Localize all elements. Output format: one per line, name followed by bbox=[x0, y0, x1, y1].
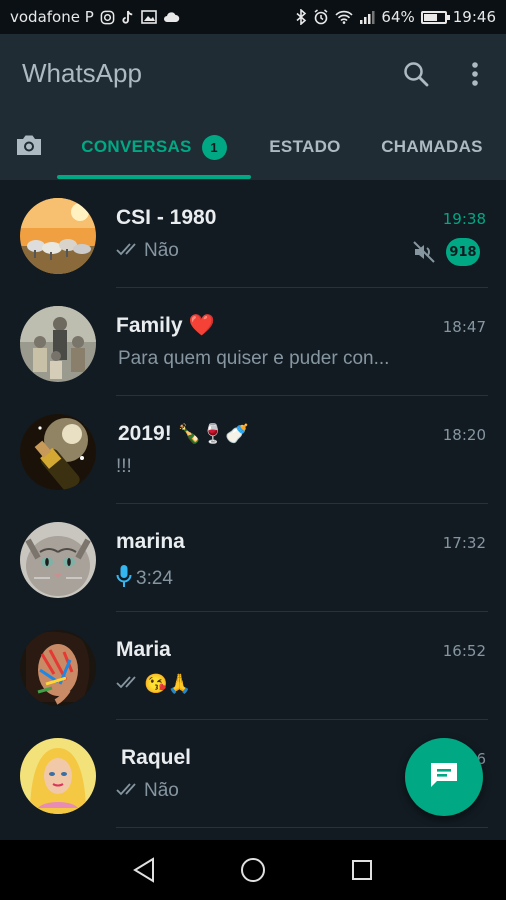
status-left: vodafone P bbox=[10, 8, 180, 26]
tab-chamadas[interactable]: CHAMADAS bbox=[364, 114, 500, 180]
chat-preview-text: Não bbox=[144, 780, 179, 801]
chat-name: Maria bbox=[116, 638, 171, 662]
tab-conversas[interactable]: CONVERSAS 1 bbox=[57, 114, 251, 180]
avatar[interactable] bbox=[20, 630, 96, 706]
avatar[interactable] bbox=[20, 306, 96, 382]
bluetooth-icon bbox=[296, 9, 307, 25]
chat-name: 2019! 🍾🍷🍼 bbox=[118, 422, 249, 446]
chat-row-family[interactable]: Family ❤️ 18:47 Para quem quiser e puder… bbox=[0, 288, 506, 396]
double-check-icon bbox=[116, 240, 140, 262]
tab-estado[interactable]: ESTADO bbox=[251, 114, 359, 180]
chat-preview-text: !!! bbox=[116, 456, 132, 477]
divider bbox=[116, 827, 488, 828]
more-vertical-icon[interactable] bbox=[457, 56, 493, 92]
chat-name-text: CSI - 1980 bbox=[116, 206, 217, 229]
tab-estado-label: ESTADO bbox=[269, 137, 341, 156]
chat-row-marina[interactable]: marina 17:32 3:24 bbox=[0, 504, 506, 612]
tab-conversas-badge: 1 bbox=[201, 134, 227, 160]
chat-preview: 3:24 bbox=[116, 564, 173, 594]
gallery-icon bbox=[140, 10, 157, 24]
status-right: 64% 19:46 bbox=[296, 8, 496, 26]
tab-chamadas-label: CHAMADAS bbox=[381, 137, 483, 156]
chat-time: 18:20 bbox=[442, 426, 486, 444]
search-icon[interactable] bbox=[398, 56, 434, 92]
double-check-icon bbox=[116, 673, 140, 695]
microphone-icon bbox=[116, 564, 132, 594]
chat-preview: 😘🙏 bbox=[116, 672, 191, 696]
camera-tab[interactable] bbox=[0, 114, 57, 180]
chat-name-text: marina bbox=[116, 530, 185, 553]
chat-name: marina bbox=[116, 530, 185, 554]
chat-time: 16:52 bbox=[442, 642, 486, 660]
chat-preview-text: 😘🙏 bbox=[144, 674, 192, 695]
chat-name: Raquel bbox=[121, 746, 191, 770]
alarm-icon bbox=[313, 9, 329, 25]
chat-preview-text: 3:24 bbox=[136, 568, 173, 589]
avatar[interactable] bbox=[20, 522, 96, 598]
chat-name: CSI - 1980 bbox=[116, 206, 216, 230]
chat-row-maria[interactable]: Maria 16:52 😘🙏 bbox=[0, 612, 506, 720]
chat-time: 17:32 bbox=[442, 534, 486, 552]
tab-bar: CONVERSAS 1 ESTADO CHAMADAS bbox=[0, 114, 506, 180]
tiktok-icon bbox=[121, 10, 135, 25]
signal-icon bbox=[359, 10, 375, 24]
app-title: WhatsApp bbox=[22, 58, 142, 88]
instagram-icon bbox=[100, 10, 115, 25]
unread-count-badge: 918 bbox=[446, 238, 480, 266]
chat-row-2019[interactable]: 2019! 🍾🍷🍼 18:20 !!! bbox=[0, 396, 506, 504]
chat-name-text: Raquel bbox=[121, 746, 192, 769]
battery-icon bbox=[420, 10, 450, 24]
avatar[interactable] bbox=[20, 198, 96, 274]
name-emojis: 🍾🍷🍼 bbox=[177, 424, 249, 445]
muted-speaker-icon bbox=[412, 240, 436, 264]
new-chat-icon bbox=[428, 761, 460, 793]
carrier-label: vodafone P bbox=[10, 8, 94, 26]
status-bar: vodafone P 64% 19:46 bbox=[0, 0, 506, 34]
chat-time: 18:47 bbox=[442, 318, 486, 336]
chat-preview: Não bbox=[116, 780, 179, 802]
heart-emoji: ❤️ bbox=[188, 314, 215, 337]
chat-name-text: 2019! bbox=[118, 422, 172, 445]
chat-preview: Não bbox=[116, 240, 179, 262]
chat-preview: Para quem quiser e puder con... bbox=[118, 348, 389, 370]
system-nav-bar bbox=[0, 840, 506, 900]
tab-indicator bbox=[57, 175, 251, 179]
cloud-icon bbox=[163, 11, 180, 23]
back-icon[interactable] bbox=[124, 850, 164, 890]
wifi-icon bbox=[335, 10, 354, 24]
double-check-icon bbox=[116, 780, 140, 802]
recents-icon[interactable] bbox=[342, 850, 382, 890]
home-icon[interactable] bbox=[233, 850, 273, 890]
chat-preview: !!! bbox=[116, 456, 132, 478]
avatar[interactable] bbox=[20, 738, 96, 814]
battery-percent: 64% bbox=[381, 8, 415, 26]
chat-row-csi-1980[interactable]: CSI - 1980 19:38 Não 918 bbox=[0, 180, 506, 288]
app-bar: WhatsApp CONVERSAS 1 ESTADO CHAMADAS bbox=[0, 34, 506, 180]
chat-name: Family ❤️ bbox=[116, 314, 215, 338]
camera-icon bbox=[15, 133, 43, 162]
new-chat-button[interactable] bbox=[405, 738, 483, 816]
avatar[interactable] bbox=[20, 414, 96, 490]
chat-name-text: Family bbox=[116, 314, 183, 337]
tab-conversas-label: CONVERSAS bbox=[81, 137, 192, 156]
chat-preview-text: Para quem quiser e puder con... bbox=[118, 348, 390, 369]
clock: 19:46 bbox=[452, 8, 496, 26]
chat-name-text: Maria bbox=[116, 638, 171, 661]
chat-time: 19:38 bbox=[442, 210, 486, 228]
chat-preview-text: Não bbox=[144, 240, 179, 261]
